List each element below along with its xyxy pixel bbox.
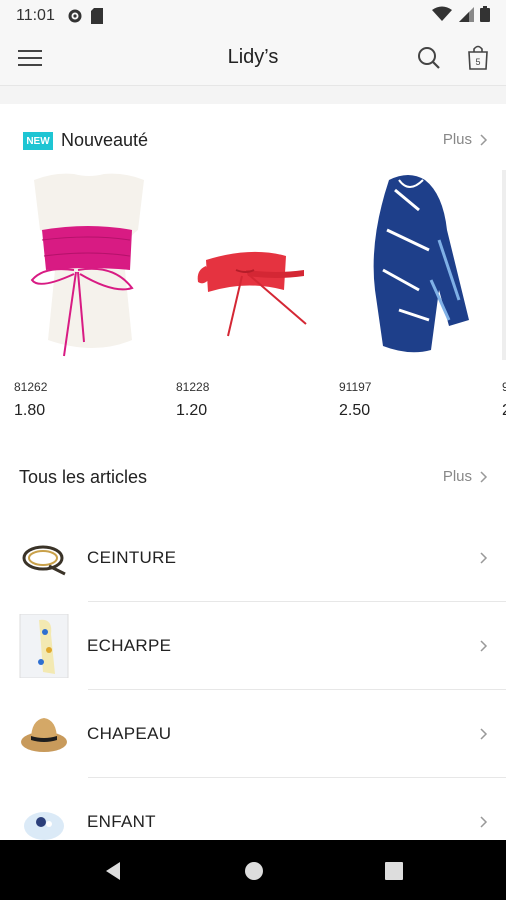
product-price: 2.50	[339, 402, 371, 419]
recents-icon[interactable]	[383, 860, 405, 882]
all-more-link[interactable]: Plus	[443, 468, 488, 485]
product-card[interactable]: 81228 1.20	[176, 170, 326, 420]
sd-card-icon	[90, 8, 103, 24]
kids-thumbnail-icon	[18, 790, 70, 840]
category-row-enfant[interactable]: ENFANT	[0, 778, 506, 840]
chevron-right-icon	[480, 551, 488, 569]
system-nav-bar	[0, 840, 506, 900]
chevron-right-icon	[480, 815, 488, 833]
status-time: 11:01	[16, 7, 55, 24]
all-more-label: Plus	[442, 468, 472, 485]
red-belt-image	[176, 170, 326, 360]
status-bar: 11:01	[0, 0, 506, 32]
category-row-ceinture[interactable]: CEINTURE	[0, 514, 506, 602]
app-bar: Lidy’s 5	[0, 32, 506, 86]
scarf-thumbnail-icon	[18, 614, 70, 678]
chevron-right-icon	[480, 133, 488, 146]
category-label: CEINTURE	[87, 548, 177, 567]
cart-icon[interactable]: 5	[466, 43, 490, 71]
pink-belt-image	[14, 170, 164, 360]
blue-scarf-image	[339, 170, 489, 360]
category-row-echarpe[interactable]: ECHARPE	[0, 602, 506, 690]
product-code: 9	[502, 380, 506, 394]
product-code: 81228	[176, 380, 210, 394]
chevron-right-icon	[480, 727, 488, 745]
wifi-icon	[432, 6, 452, 27]
all-articles-title: Tous les articles	[19, 467, 148, 487]
product-price: 2	[502, 402, 506, 420]
category-label: CHAPEAU	[87, 724, 172, 743]
category-row-chapeau[interactable]: CHAPEAU	[0, 690, 506, 778]
product-card[interactable]: 81262 1.80	[14, 170, 164, 420]
product-code: 91197	[339, 380, 372, 394]
product-code: 81262	[14, 380, 48, 394]
new-badge: NEW	[23, 132, 53, 150]
battery-icon	[480, 5, 490, 27]
new-more-link[interactable]: Plus	[443, 131, 488, 148]
chevron-right-icon	[480, 470, 488, 483]
category-list: CEINTURE ECHARPE CHAPEAU ENFANT	[0, 514, 506, 840]
back-icon[interactable]	[102, 860, 124, 882]
product-card[interactable]: 9 2	[502, 170, 506, 420]
category-label: ENFANT	[87, 812, 156, 831]
signal-icon	[458, 6, 474, 27]
search-icon[interactable]	[416, 45, 442, 71]
chevron-right-icon	[480, 639, 488, 657]
product-price: 1.80	[14, 402, 46, 419]
belt-thumbnail-icon	[18, 526, 70, 590]
partial-product-image	[502, 170, 506, 360]
category-label: ECHARPE	[87, 636, 172, 655]
new-section-title: Nouveauté	[61, 130, 149, 150]
all-articles-section[interactable]: Tous les articles Plus	[0, 446, 506, 508]
product-card[interactable]: 91197 2.50	[339, 170, 489, 420]
settings-icon	[67, 8, 83, 24]
cart-count: 5	[475, 57, 480, 67]
hat-thumbnail-icon	[18, 702, 70, 766]
new-more-label: Plus	[442, 131, 472, 148]
home-icon[interactable]	[243, 860, 265, 882]
product-price: 1.20	[176, 402, 208, 419]
main-content: NEW Nouveauté Plus 81262 1.80 81228 1.20…	[0, 86, 506, 840]
